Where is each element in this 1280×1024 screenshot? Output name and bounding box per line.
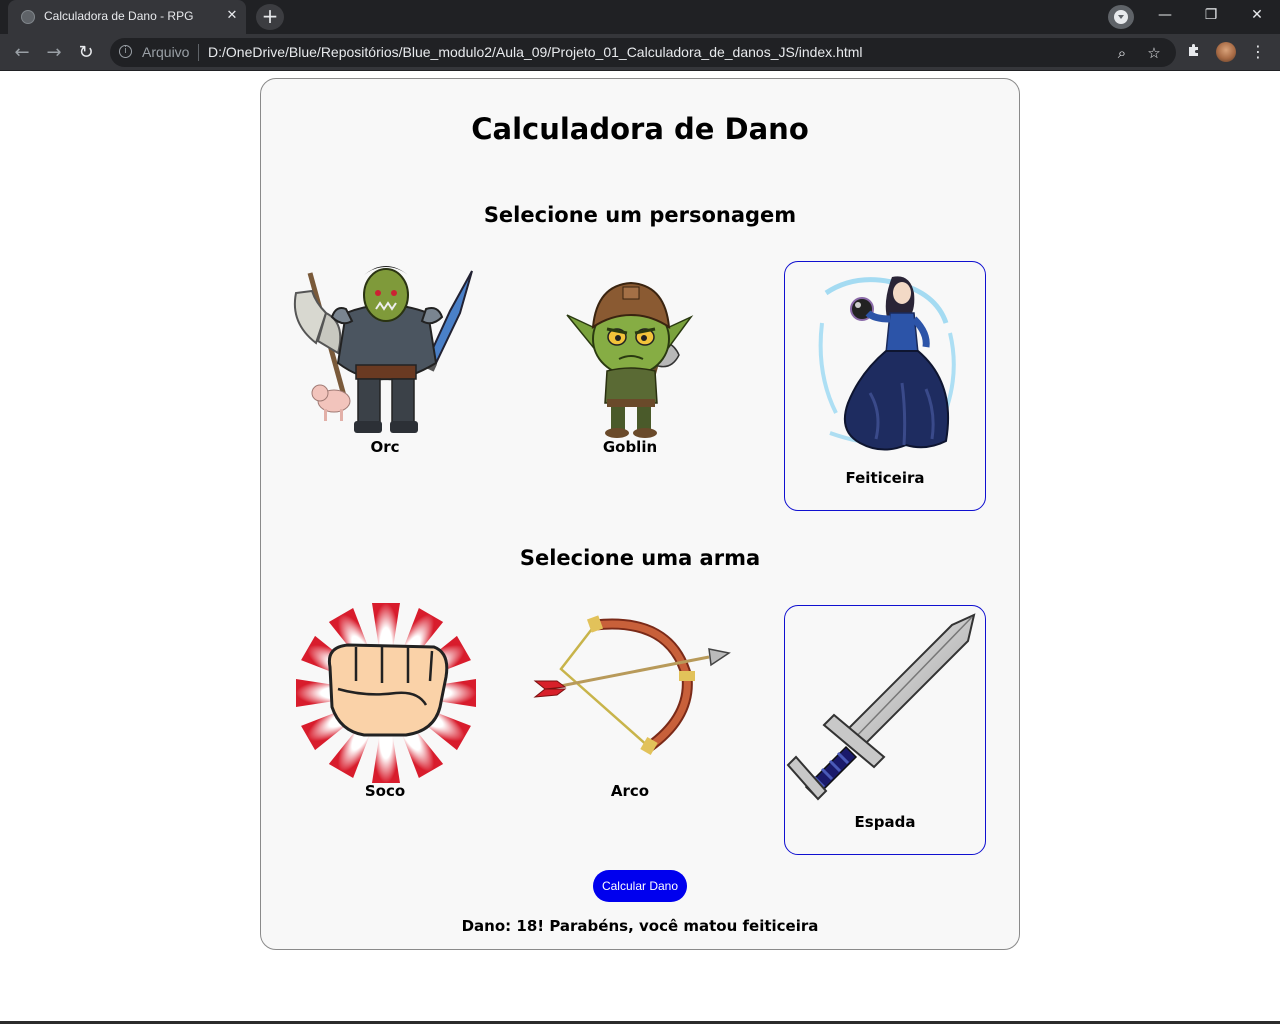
info-icon[interactable]: i [119,45,132,58]
weapon-label-arco: Arco [610,782,650,800]
menu-icon[interactable]: ⋮ [1248,41,1268,63]
character-option-feiticeira[interactable]: Feiticeira [784,261,986,511]
characters-heading: Selecione um personagem [483,203,797,227]
character-label-goblin: Goblin [602,438,658,456]
weapons-heading: Selecione uma arma [519,546,761,570]
address-bar[interactable]: i Arquivo D:/OneDrive/Blue/Repositórios/… [110,38,1176,67]
scheme-label: Arquivo [142,44,190,60]
star-icon[interactable]: ☆ [1144,43,1164,63]
character-option-orc[interactable]: Orc [284,251,486,501]
minimize-button[interactable]: — [1142,0,1188,32]
tab-search-icon[interactable] [1108,5,1134,29]
extensions-icon[interactable] [1184,42,1204,62]
restore-button[interactable]: ❐ [1188,0,1234,32]
close-tab-icon[interactable]: ✕ [224,8,240,24]
browser-tab-bar: Calculadora de Dano - RPG ✕ + — ❐ ✕ [0,0,1280,34]
profile-avatar[interactable] [1216,42,1236,62]
divider [198,44,199,61]
browser-toolbar: ← → ↻ i Arquivo D:/OneDrive/Blue/Reposit… [0,34,1280,71]
forward-icon[interactable]: → [40,39,68,67]
zoom-icon[interactable]: ⌕ [1112,43,1132,63]
weapon-label-espada: Espada [854,813,916,831]
goblin-image [566,281,694,438]
new-tab-button[interactable]: + [256,4,284,30]
browser-tab[interactable]: Calculadora de Dano - RPG ✕ [8,0,246,34]
weapon-option-arco[interactable]: Arco [529,595,731,845]
globe-icon [21,10,35,24]
character-option-goblin[interactable]: Goblin [529,251,731,501]
tab-title: Calculadora de Dano - RPG [44,9,194,23]
character-label-orc: Orc [370,438,400,456]
orc-image [294,266,473,433]
back-icon[interactable]: ← [8,39,36,67]
fist-image [296,603,476,783]
calculator-card: Calculadora de Dano Selecione um persona… [260,78,1020,950]
reload-icon[interactable]: ↻ [72,39,100,67]
character-label-feiticeira: Feiticeira [845,469,925,487]
weapon-option-soco[interactable]: Soco [284,595,486,845]
url-text[interactable]: D:/OneDrive/Blue/Repositórios/Blue_modul… [208,44,863,60]
calculate-damage-button[interactable]: Calcular Dano [593,870,687,902]
sword-image [786,613,976,801]
weapon-label-soco: Soco [364,782,406,800]
sorceress-image [818,276,956,451]
page-title: Calculadora de Dano [471,112,809,146]
bow-image [533,615,731,756]
weapon-option-espada[interactable]: Espada [784,605,986,855]
damage-result: Dano: 18! Parabéns, você matou feiticeir… [461,917,819,935]
close-window-button[interactable]: ✕ [1234,0,1280,32]
